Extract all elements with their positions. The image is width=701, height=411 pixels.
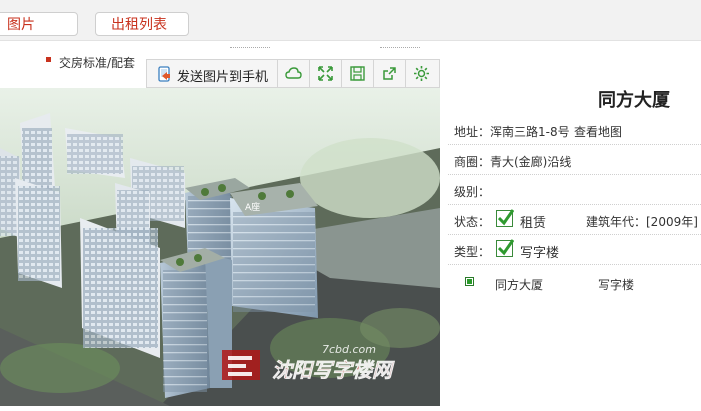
tab-rental-list[interactable]: 出租列表	[95, 12, 189, 36]
divider	[230, 47, 270, 53]
send-to-phone-button[interactable]: 发送图片到手机	[147, 60, 278, 87]
divider	[380, 47, 420, 53]
watermark-site-name: 沈阳写字楼网	[272, 358, 395, 382]
save-button[interactable]	[342, 60, 374, 87]
district-label: 商圈：	[454, 155, 491, 169]
district-row: 商圈： 青大(金廊)沿线	[448, 145, 701, 175]
top-tab-bar: 图片 出租列表	[0, 0, 701, 41]
watermark-logo	[222, 350, 260, 380]
cloud-icon	[285, 67, 302, 79]
building-photo[interactable]: 7cbd.com 沈阳写字楼网 A座	[0, 88, 440, 406]
square-bullet-icon	[465, 277, 474, 286]
building-list-item[interactable]: 同方大厦 写字楼	[448, 268, 701, 298]
list-building-type: 写字楼	[598, 278, 635, 292]
checkmark-icon	[498, 239, 514, 256]
cloud-button[interactable]	[278, 60, 310, 87]
fullscreen-icon	[318, 66, 333, 81]
building-title: 同方大厦	[598, 90, 670, 111]
address-label: 地址：	[454, 125, 491, 139]
type-value: 写字楼	[520, 246, 560, 261]
district-value: 青大(金廊)沿线	[490, 155, 572, 169]
year-label: 建筑年代：	[586, 215, 647, 229]
status-label: 状态：	[454, 215, 491, 229]
grade-row: 级别：	[448, 175, 701, 205]
status-value: 租赁	[520, 216, 547, 231]
watermark-url: 7cbd.com	[322, 343, 376, 356]
tab-pictures[interactable]: 图片	[0, 12, 78, 36]
type-row: 类型： 写字楼	[448, 235, 701, 265]
address-value: 浑南三路1-8号	[490, 125, 570, 139]
save-icon	[350, 66, 365, 81]
year-value: [2009年]	[646, 215, 698, 229]
status-row: 状态： 租赁 建筑年代： [2009年]	[448, 205, 701, 235]
type-label: 类型：	[454, 245, 491, 259]
fullscreen-button[interactable]	[310, 60, 342, 87]
subnav-item-delivery-standard[interactable]: 交房标准/配套	[59, 54, 135, 71]
send-to-phone-label: 发送图片到手机	[177, 70, 269, 85]
phone-send-icon	[158, 66, 170, 82]
image-toolbar: 发送图片到手机	[146, 59, 440, 88]
address-row: 地址： 浑南三路1-8号 查看地图	[448, 115, 701, 145]
settings-button[interactable]	[406, 60, 437, 87]
settings-icon	[414, 66, 429, 81]
tower-label: A座	[245, 201, 260, 213]
share-button[interactable]	[374, 60, 406, 87]
list-building-name[interactable]: 同方大厦	[495, 276, 543, 293]
share-icon	[383, 67, 396, 80]
building-rendering-image: 7cbd.com 沈阳写字楼网 A座	[0, 88, 440, 406]
type-checkbox[interactable]	[496, 239, 514, 257]
status-checkbox[interactable]	[496, 209, 514, 227]
view-map-link[interactable]: 查看地图	[574, 123, 622, 140]
bullet-icon	[46, 57, 51, 62]
checkmark-icon	[498, 209, 514, 226]
grade-label: 级别：	[454, 185, 491, 199]
